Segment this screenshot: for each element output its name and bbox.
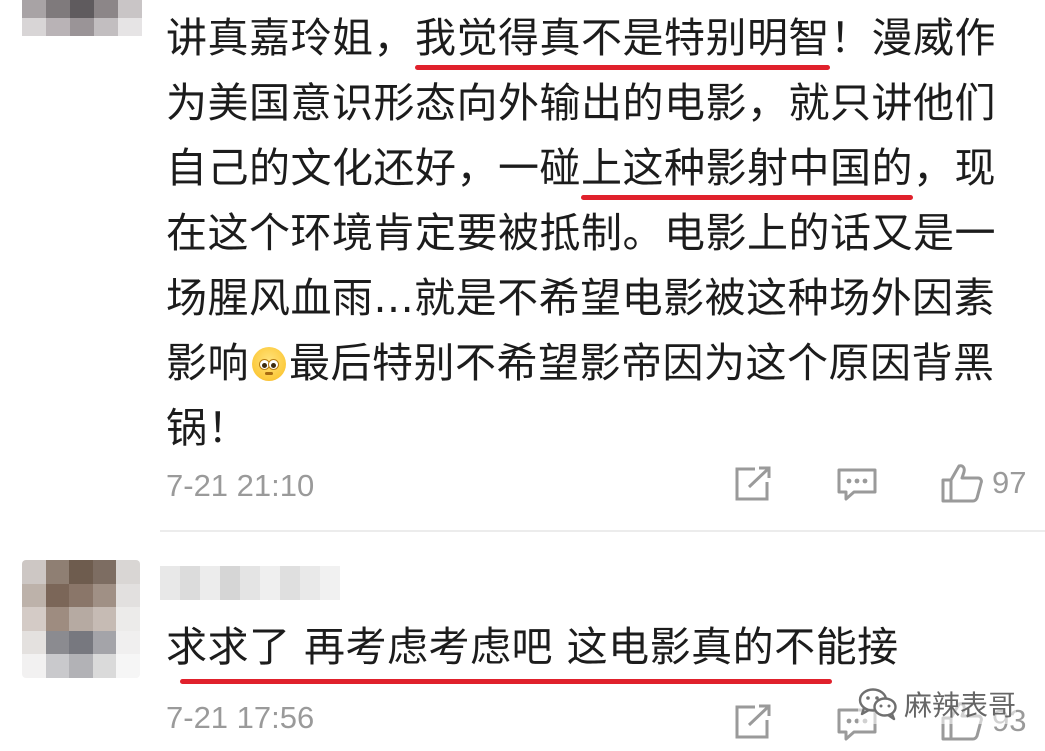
like-button-1[interactable]: 97 <box>940 462 1026 504</box>
comment-1-line-5: 场腥风血雨...就是不希望电影被这种场外因素 <box>166 266 996 331</box>
comment-button-1[interactable] <box>836 467 878 503</box>
like-count-1: 97 <box>992 465 1027 500</box>
text-segment: 在这个环境肯定要被抵制。电影上的话又是一 <box>166 209 996 257</box>
comment-2-timestamp: 7-21 17:56 <box>166 700 315 735</box>
text-segment: 锅！ <box>166 404 249 452</box>
comment-feed: 讲真嘉玲姐，我觉得真不是特别明智！漫威作 为美国意识形态向外输出的电影，就只讲他… <box>0 0 1045 751</box>
text-segment: ！漫威作 <box>830 14 996 62</box>
comment-2-line-1: 求求了 再考虑考虑吧 这电影真的不能接 <box>166 623 899 671</box>
comment-2-text: 求求了 再考虑考虑吧 这电影真的不能接 <box>166 615 899 680</box>
comment-1-line-7: 锅！ <box>166 396 996 461</box>
comment-1-text: 讲真嘉玲姐，我觉得真不是特别明智！漫威作 为美国意识形态向外输出的电影，就只讲他… <box>166 6 996 461</box>
underlined-phrase-2: 上这种影射中国的 <box>581 136 913 201</box>
text-segment: 最后特别不希望影帝因为这个原因背黑 <box>289 339 995 387</box>
username-comment-2-blurred[interactable] <box>160 566 340 600</box>
text-segment: 讲真嘉玲姐， <box>166 14 415 62</box>
comment-1-line-2: 为美国意识形态向外输出的电影，就只讲他们 <box>166 71 996 136</box>
reply-button-2[interactable] <box>733 703 773 741</box>
comment-1-line-3: 自己的文化还好，一碰上这种影射中国的，现 <box>166 136 996 201</box>
watermark-text: 麻辣表哥 <box>904 689 1017 722</box>
comment-2-underline <box>180 679 832 684</box>
wechat-icon <box>858 688 897 721</box>
underlined-phrase-1: 我觉得真不是特别明智 <box>415 6 830 71</box>
external-edit-icon <box>735 466 771 501</box>
comment-bubble-icon <box>837 468 877 501</box>
avatar-comment-1[interactable] <box>22 0 142 36</box>
text-segment: ，现 <box>913 144 996 192</box>
external-edit-icon <box>735 704 771 739</box>
comment-1-line-6: 影响 最后特别不希望影帝因为这个原因背黑 <box>166 331 996 396</box>
watermark: 麻辣表哥 <box>858 684 1017 724</box>
text-segment: 场腥风血雨...就是不希望电影被这种场外因素 <box>166 274 996 322</box>
avatar-comment-2[interactable] <box>22 560 140 678</box>
thumbs-up-icon <box>941 464 983 503</box>
text-segment: 为美国意识形态向外输出的电影，就只讲他们 <box>166 79 996 127</box>
comment-1-timestamp: 7-21 21:10 <box>166 468 315 503</box>
text-segment: 影响 <box>166 339 249 387</box>
comment-divider <box>160 530 1045 532</box>
text-segment: 自己的文化还好，一碰 <box>166 144 581 192</box>
comment-1-line-1: 讲真嘉玲姐，我觉得真不是特别明智！漫威作 <box>166 6 996 71</box>
comment-1-line-4: 在这个环境肯定要被抵制。电影上的话又是一 <box>166 201 996 266</box>
pleading-face-emoji <box>252 347 286 381</box>
reply-button-1[interactable] <box>733 465 773 503</box>
